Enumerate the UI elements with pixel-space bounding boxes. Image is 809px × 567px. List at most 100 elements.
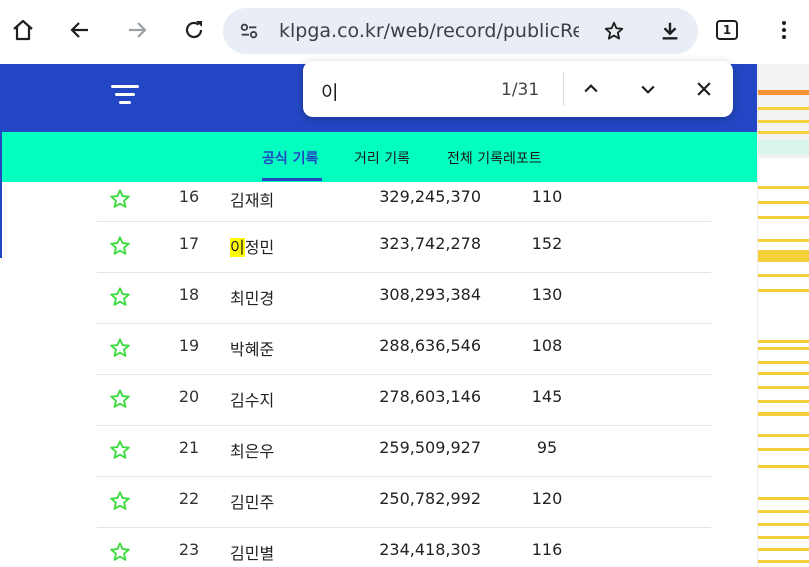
rounds-cell: 116: [531, 540, 563, 559]
match-mark: [758, 201, 809, 204]
player-name[interactable]: 김민별: [230, 540, 274, 564]
rounds-cell: 95: [536, 438, 558, 457]
match-mark: [758, 497, 809, 500]
player-name-rest: 정민: [244, 238, 275, 257]
browser-toolbar: klpga.co.kr/web/record/publicRec 1: [0, 0, 809, 64]
rank-cell: 22: [178, 489, 200, 508]
rank-cell: 18: [178, 285, 200, 304]
arrow-right-icon: [129, 22, 147, 38]
match-mark: [758, 274, 809, 277]
prize-money-cell: 278,603,146: [379, 387, 481, 406]
chevron-up-icon: [584, 84, 598, 93]
rank-cell: 20: [178, 387, 200, 406]
match-mark: [758, 340, 809, 343]
find-next-button[interactable]: [634, 75, 662, 103]
favorite-star-icon[interactable]: [109, 439, 131, 461]
player-name[interactable]: 이정민: [230, 234, 274, 258]
active-tab-indicator: [262, 178, 322, 181]
current-match-mark: [758, 90, 809, 95]
match-mark: [758, 239, 809, 242]
tab-official-records[interactable]: 공식 기록: [262, 148, 318, 168]
match-mark: [758, 465, 809, 468]
favorite-star-icon[interactable]: [109, 388, 131, 410]
table-row: 23 김민별 234,418,303 116: [97, 528, 711, 567]
page-content: 공식 기록 거리 기록 전체 기록레포트 16 김재희 329,245,370 …: [0, 64, 757, 567]
tab-full-record-report[interactable]: 전체 기록레포트: [447, 148, 542, 168]
prize-money-cell: 308,293,384: [379, 285, 481, 304]
match-mark: [758, 400, 809, 403]
match-mark: [758, 510, 809, 513]
player-name[interactable]: 김민주: [230, 489, 274, 513]
url-text[interactable]: klpga.co.kr/web/record/publicRec: [279, 20, 579, 42]
tab-switcher-button[interactable]: 1: [716, 20, 738, 40]
rank-cell: 21: [178, 438, 200, 457]
favorite-star-icon[interactable]: [109, 235, 131, 257]
prize-money-cell: 288,636,546: [379, 336, 481, 355]
player-name[interactable]: 김재희: [230, 187, 274, 211]
filter-menu-icon[interactable]: [111, 83, 139, 107]
table-row: 18 최민경 308,293,384 130: [97, 273, 711, 324]
menu-button[interactable]: [766, 12, 802, 48]
rank-cell: 16: [178, 187, 200, 206]
match-mark: [758, 386, 809, 389]
favorite-star-icon[interactable]: [109, 337, 131, 359]
favorite-star-icon[interactable]: [109, 188, 131, 210]
rounds-cell: 130: [531, 285, 563, 304]
back-button[interactable]: [62, 12, 98, 48]
match-mark: [758, 250, 809, 262]
reload-button[interactable]: [176, 12, 212, 48]
find-close-button[interactable]: [690, 75, 718, 103]
more-vert-icon: [782, 21, 786, 39]
player-name[interactable]: 최민경: [230, 285, 274, 309]
find-input[interactable]: 이: [321, 78, 481, 105]
prize-money-cell: 250,782,992: [379, 489, 481, 508]
table-row: 20 김수지 278,603,146 145: [97, 375, 711, 426]
table-row: 21 최은우 259,509,927 95: [97, 426, 711, 477]
rounds-cell: 110: [531, 187, 563, 206]
reload-icon: [185, 21, 203, 39]
table-row: 22 김민주 250,782,992 120: [97, 477, 711, 528]
favorite-star-icon[interactable]: [109, 490, 131, 512]
record-tabs: 공식 기록 거리 기록 전체 기록레포트: [0, 132, 757, 182]
find-divider: [563, 72, 564, 106]
prize-money-cell: 259,509,927: [379, 438, 481, 457]
player-name[interactable]: 최은우: [230, 438, 274, 462]
favorite-star-icon[interactable]: [109, 541, 131, 563]
match-mark: [758, 361, 809, 364]
bookmark-button[interactable]: [596, 13, 632, 49]
find-previous-button[interactable]: [577, 75, 605, 103]
download-button[interactable]: [652, 13, 688, 49]
table-row: 16 김재희 329,245,370 110: [97, 182, 711, 222]
match-mark: [758, 131, 809, 134]
star-outline-icon: [604, 21, 624, 40]
find-in-page-bar: 이 1/31: [303, 61, 733, 117]
forward-button[interactable]: [119, 12, 155, 48]
match-mark: [758, 548, 809, 551]
match-mark: [758, 448, 809, 451]
left-edge-bar: [0, 64, 2, 258]
rounds-cell: 108: [531, 336, 563, 355]
address-bar[interactable]: klpga.co.kr/web/record/publicRec: [223, 8, 698, 54]
player-name[interactable]: 박혜준: [230, 336, 274, 360]
match-mark: [758, 216, 809, 219]
match-mark: [758, 523, 809, 526]
home-button[interactable]: [5, 12, 41, 48]
match-mark: [758, 140, 809, 154]
match-mark: [758, 289, 809, 292]
arrow-left-icon: [70, 22, 88, 38]
tune-icon: [240, 23, 258, 39]
download-icon: [662, 22, 678, 40]
chevron-down-icon: [641, 85, 655, 94]
match-mark: [758, 434, 809, 437]
player-name[interactable]: 김수지: [230, 387, 274, 411]
favorite-star-icon[interactable]: [109, 286, 131, 308]
match-mark: [758, 347, 809, 350]
match-mark: [758, 412, 809, 416]
site-settings-button[interactable]: [231, 13, 267, 49]
match-mark: [758, 536, 809, 539]
match-mark: [758, 560, 809, 563]
match-mark: [758, 120, 809, 123]
rounds-cell: 145: [531, 387, 563, 406]
scrollbar-find-marks[interactable]: [757, 64, 809, 567]
tab-distance-records[interactable]: 거리 기록: [354, 148, 410, 168]
